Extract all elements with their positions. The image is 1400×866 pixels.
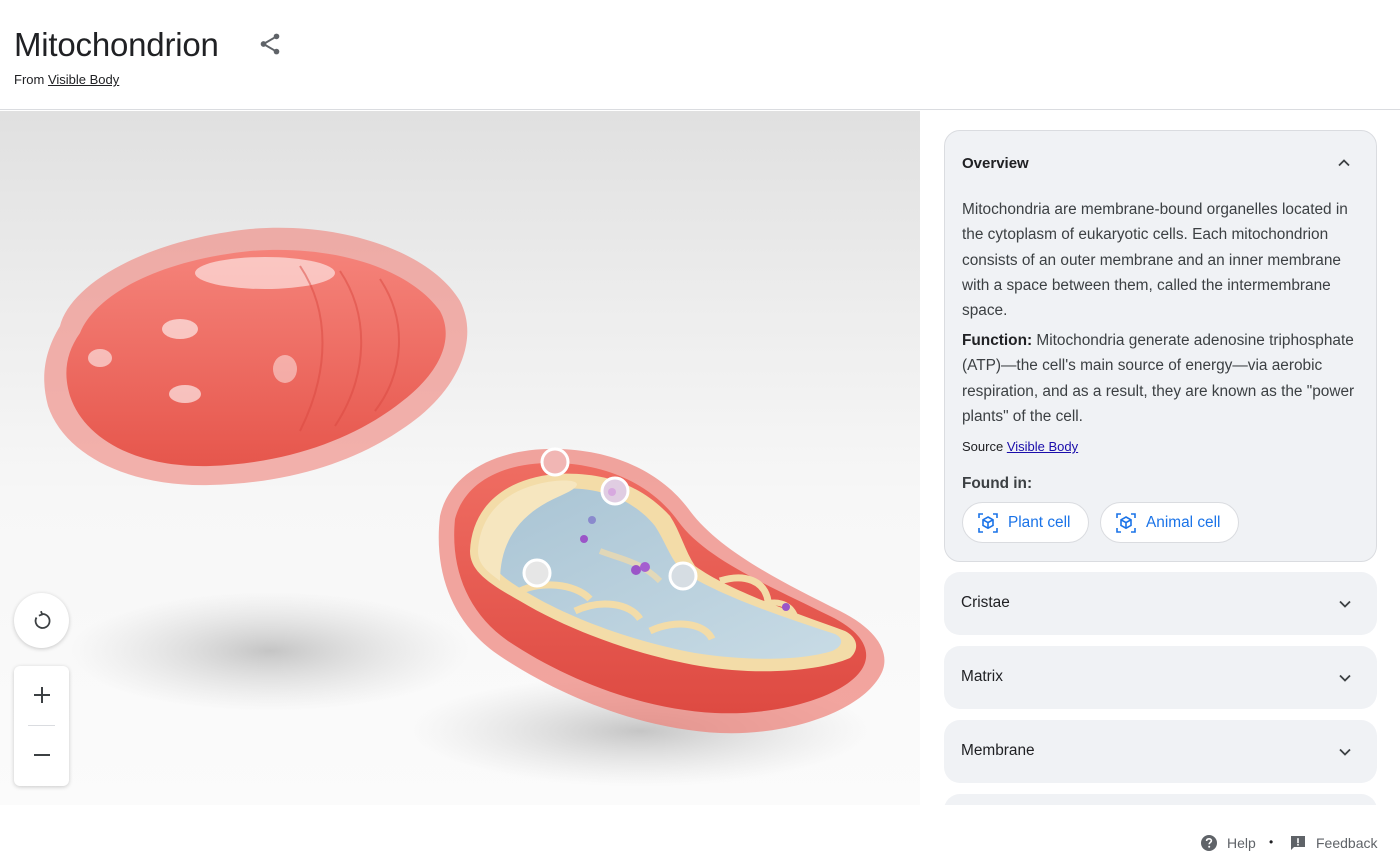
model-shadow bbox=[70, 591, 470, 711]
overview-card: Overview Mitochondria are membrane-bound… bbox=[944, 130, 1377, 562]
feedback-link[interactable]: Feedback bbox=[1289, 834, 1377, 852]
section-title: Matrix bbox=[961, 668, 1003, 685]
mitochondrion-3d-model[interactable] bbox=[0, 111, 920, 805]
rotate-reset-icon bbox=[34, 610, 50, 629]
function-label: Function: bbox=[962, 332, 1033, 349]
hotspot-matrix[interactable] bbox=[668, 561, 698, 591]
section-title: Membrane bbox=[961, 742, 1035, 759]
feedback-icon bbox=[1291, 836, 1305, 850]
3d-cube-icon bbox=[1116, 512, 1136, 533]
hotspot-outer-membrane[interactable] bbox=[540, 447, 570, 477]
page-header: Mitochondrion From Visible Body bbox=[0, 0, 1400, 110]
help-link[interactable]: Help bbox=[1200, 834, 1256, 852]
footer-separator: • bbox=[1269, 835, 1274, 849]
page-footer: Help • Feedback bbox=[0, 805, 1400, 866]
whole-mitochondrion[interactable] bbox=[44, 227, 468, 486]
plant-cell-label: Plant cell bbox=[1008, 513, 1071, 531]
feedback-label: Feedback bbox=[1316, 835, 1378, 851]
hotspot-intermembrane[interactable] bbox=[600, 476, 630, 506]
expand-button[interactable] bbox=[1335, 742, 1355, 762]
section-cristae[interactable]: Cristae bbox=[944, 572, 1377, 635]
share-button[interactable] bbox=[254, 28, 286, 60]
source-prefix: From bbox=[14, 72, 45, 87]
overview-source: Source Visible Body bbox=[962, 439, 1078, 454]
3d-cube-icon bbox=[978, 512, 998, 533]
section-next[interactable] bbox=[944, 794, 1377, 805]
hotspot-inner-membrane[interactable] bbox=[522, 558, 552, 588]
chevron-down-icon bbox=[1339, 748, 1351, 756]
zoom-out-button[interactable] bbox=[14, 726, 69, 784]
section-membrane[interactable]: Membrane bbox=[944, 720, 1377, 783]
help-label: Help bbox=[1227, 835, 1256, 851]
found-in-label: Found in: bbox=[962, 475, 1033, 492]
collapse-overview-button[interactable] bbox=[1334, 153, 1354, 173]
overview-source-prefix: Source bbox=[962, 439, 1004, 454]
animal-cell-chip[interactable]: Animal cell bbox=[1100, 502, 1240, 543]
chevron-down-icon bbox=[1339, 674, 1351, 682]
plus-icon bbox=[33, 687, 50, 703]
reset-view-button[interactable] bbox=[14, 593, 69, 648]
overview-heading[interactable]: Overview bbox=[962, 155, 1029, 172]
expand-button[interactable] bbox=[1335, 594, 1355, 614]
page-title: Mitochondrion bbox=[14, 26, 219, 63]
expand-button[interactable] bbox=[1335, 668, 1355, 688]
share-icon bbox=[260, 33, 280, 55]
help-icon bbox=[1201, 835, 1217, 851]
model-viewer[interactable] bbox=[0, 111, 920, 805]
minus-icon bbox=[33, 754, 50, 756]
source-link[interactable]: Visible Body bbox=[48, 72, 119, 87]
zoom-controls bbox=[14, 666, 69, 786]
info-panel: Overview Mitochondria are membrane-bound… bbox=[944, 130, 1377, 805]
section-matrix[interactable]: Matrix bbox=[944, 646, 1377, 709]
chevron-up-icon bbox=[1338, 159, 1350, 167]
plant-cell-chip[interactable]: Plant cell bbox=[962, 502, 1090, 543]
overview-function: Function: Mitochondria generate adenosin… bbox=[962, 328, 1362, 429]
chevron-down-icon bbox=[1339, 600, 1351, 608]
animal-cell-label: Animal cell bbox=[1146, 513, 1221, 531]
overview-source-link[interactable]: Visible Body bbox=[1007, 439, 1078, 454]
overview-description: Mitochondria are membrane-bound organell… bbox=[962, 201, 1348, 320]
section-title: Cristae bbox=[961, 594, 1010, 611]
zoom-in-button[interactable] bbox=[14, 666, 69, 724]
source-line: From Visible Body bbox=[14, 72, 119, 87]
